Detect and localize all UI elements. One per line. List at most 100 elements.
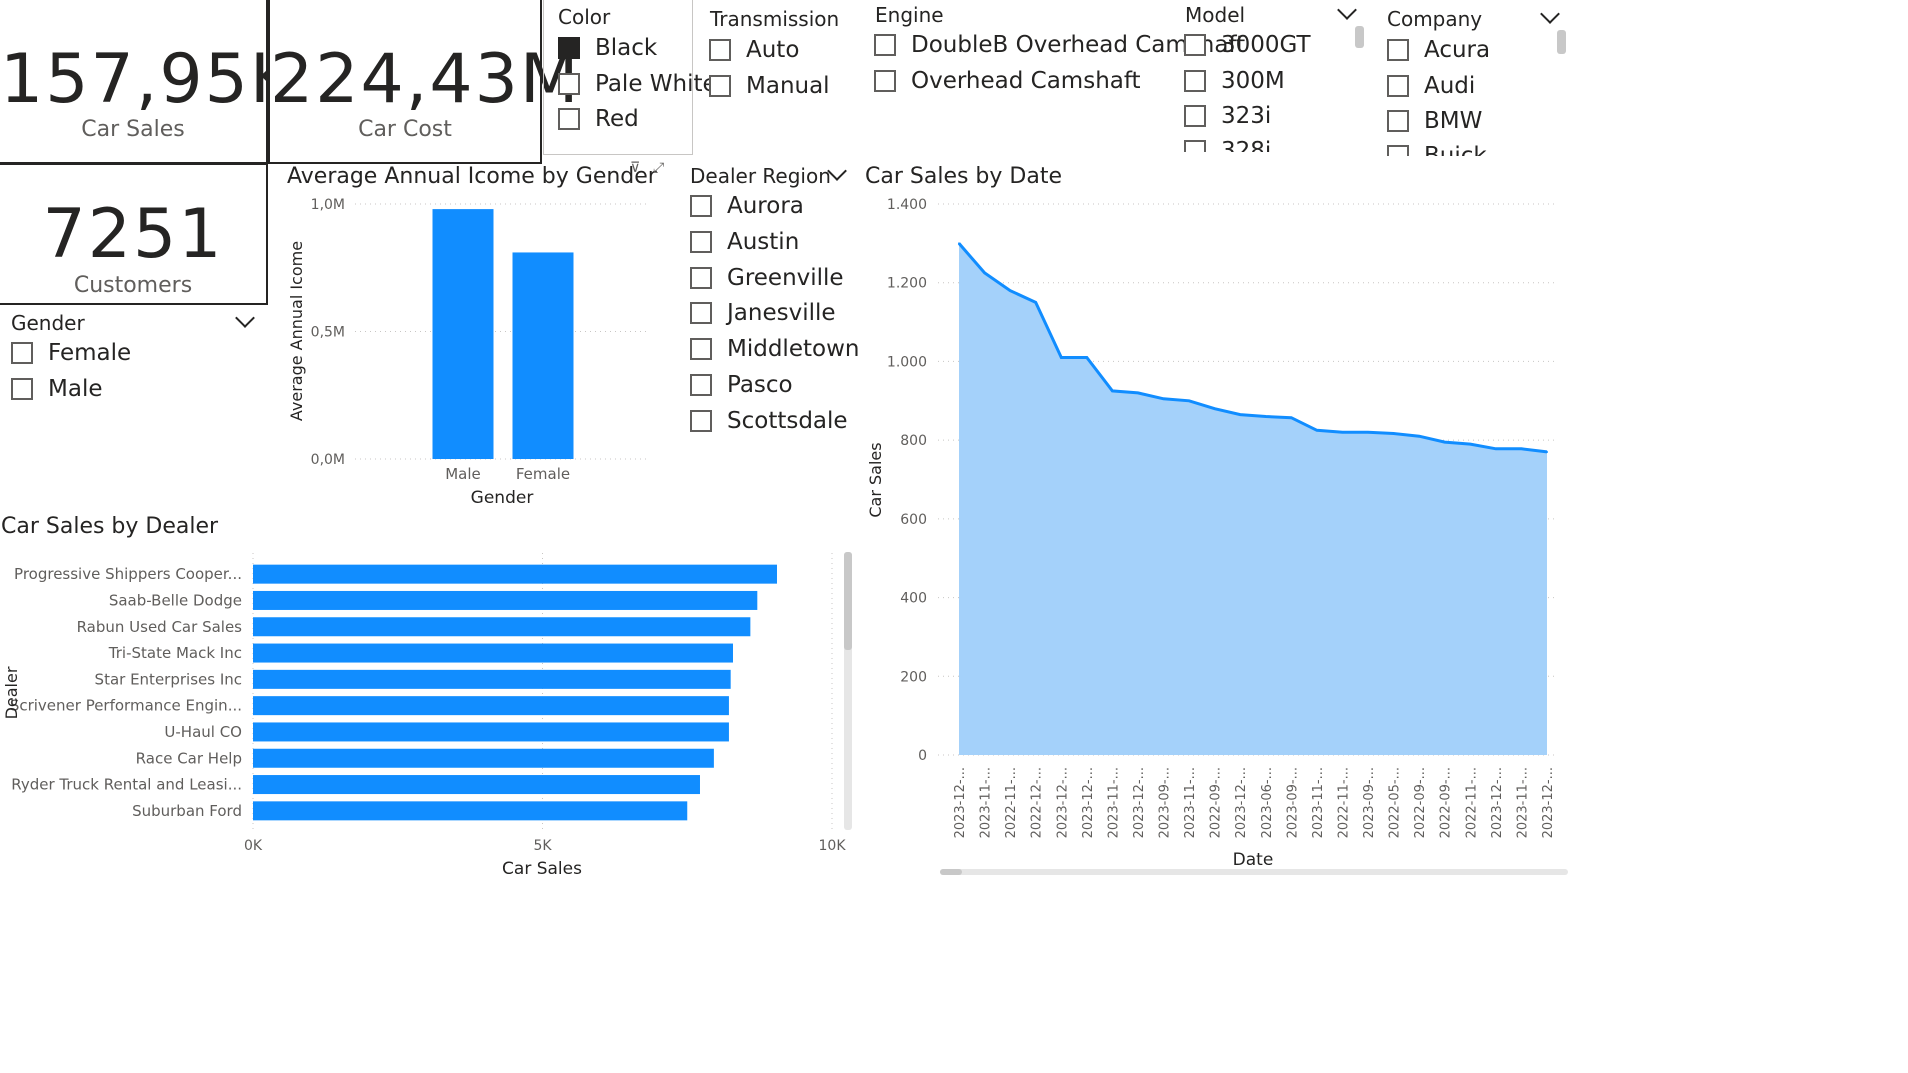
checkbox-icon[interactable] xyxy=(1184,70,1206,92)
model-option[interactable]: 323i xyxy=(1184,103,1271,129)
car-cost-card[interactable]: 224,43M Car Cost xyxy=(268,0,579,164)
sales-point[interactable] xyxy=(1213,407,1216,410)
gender-option-male[interactable]: Male xyxy=(11,376,102,402)
sales-point[interactable] xyxy=(1085,356,1088,359)
dealer-bar[interactable] xyxy=(253,617,751,637)
color-option-red[interactable]: Red xyxy=(558,106,639,132)
sales-point[interactable] xyxy=(1392,432,1395,435)
sales-point[interactable] xyxy=(1290,416,1293,419)
checkbox-icon[interactable] xyxy=(558,73,580,95)
transmission-option-auto[interactable]: Auto xyxy=(709,37,799,63)
dealer-chart-scroll-thumb[interactable] xyxy=(844,552,852,650)
checkbox-icon[interactable] xyxy=(1184,140,1206,152)
company-option[interactable]: BMW xyxy=(1387,108,1482,134)
company-option[interactable]: Audi xyxy=(1387,73,1475,99)
sales-point[interactable] xyxy=(958,242,960,245)
dealer-sales-chart[interactable]: 0K 5K 10K Progressive Shippers Cooper... Saa… xyxy=(0,545,860,885)
checkbox-icon[interactable] xyxy=(874,70,896,92)
sales-point[interactable] xyxy=(1418,435,1421,438)
dealer-bar[interactable] xyxy=(253,722,729,742)
sales-point[interactable] xyxy=(1111,389,1114,392)
company-option[interactable]: Buick xyxy=(1387,143,1487,156)
engine-option-overhead[interactable]: Overhead Camshaft xyxy=(874,68,1141,94)
car-sales-card[interactable]: 157,95K Car Sales xyxy=(0,0,295,164)
gender-option-female[interactable]: Female xyxy=(11,340,131,366)
checkbox-icon[interactable] xyxy=(11,378,33,400)
sales-point[interactable] xyxy=(1239,413,1242,416)
dealer-region-option[interactable]: Aurora xyxy=(690,193,804,219)
checkbox-icon[interactable] xyxy=(690,338,712,361)
sales-point[interactable] xyxy=(1469,443,1472,446)
dealer-bar[interactable] xyxy=(253,801,688,821)
sales-point[interactable] xyxy=(1009,289,1012,292)
income-bar[interactable] xyxy=(512,252,574,459)
checkbox-icon[interactable] xyxy=(874,34,896,56)
checkbox-icon[interactable] xyxy=(709,75,731,97)
date-chart-scrollbar[interactable] xyxy=(940,869,1568,875)
checkbox-icon[interactable] xyxy=(1184,34,1206,56)
checkbox-icon[interactable] xyxy=(690,195,712,217)
sales-point[interactable] xyxy=(1162,397,1165,400)
filter-icon[interactable]: ⊽ xyxy=(630,160,640,176)
sales-point[interactable] xyxy=(1315,429,1318,432)
income-bar[interactable] xyxy=(432,209,494,459)
checkbox-icon[interactable] xyxy=(1184,105,1206,127)
dealer-region-option[interactable]: Austin xyxy=(690,229,799,255)
dealer-region-option[interactable]: Janesville xyxy=(690,300,836,326)
dealer-bar[interactable] xyxy=(253,696,729,716)
color-option-black[interactable]: Black xyxy=(558,35,657,61)
sales-point[interactable] xyxy=(1136,391,1139,394)
focus-mode-icon[interactable]: ⤢ xyxy=(653,160,664,176)
checkbox-icon[interactable] xyxy=(1387,39,1409,61)
sales-by-date-chart[interactable]: 0 200 400 600 800 1.000 1.200 1.400 2023-12-... 2… xyxy=(860,185,1568,885)
dealer-bar[interactable] xyxy=(253,643,733,663)
sales-point[interactable] xyxy=(1494,447,1497,450)
checkbox-icon[interactable] xyxy=(1387,110,1409,132)
model-scrollbar[interactable] xyxy=(1355,26,1364,48)
sales-point[interactable] xyxy=(1443,441,1446,444)
customers-card[interactable]: 7251 Customers xyxy=(0,163,268,305)
dealer-region-option[interactable]: Pasco xyxy=(690,372,793,398)
dealer-region-option[interactable]: Middletown xyxy=(690,336,859,362)
date-chart-scroll-thumb[interactable] xyxy=(940,869,962,875)
model-option[interactable]: 328i xyxy=(1184,138,1271,152)
sales-point[interactable] xyxy=(1264,415,1267,418)
company-scrollbar[interactable] xyxy=(1557,30,1566,54)
chevron-down-icon[interactable] xyxy=(235,308,255,328)
dealer-bar[interactable] xyxy=(253,564,777,584)
checkbox-icon[interactable] xyxy=(558,108,580,130)
avg-income-chart[interactable]: 0,0M 0,5M 1,0M Male Female Gender Average Annu… xyxy=(280,185,660,515)
sales-point[interactable] xyxy=(1188,399,1191,402)
checkbox-icon[interactable] xyxy=(1387,75,1409,97)
sales-point[interactable] xyxy=(983,271,986,274)
color-option-pale-white[interactable]: Pale White xyxy=(558,71,717,97)
transmission-option-manual[interactable]: Manual xyxy=(709,73,830,99)
dealer-bar[interactable] xyxy=(253,775,700,795)
dealer-bar[interactable] xyxy=(253,590,758,610)
checkbox-icon[interactable] xyxy=(690,374,712,396)
dealer-region-option[interactable]: Greenville xyxy=(690,265,844,291)
checkbox-icon[interactable] xyxy=(1387,145,1409,156)
dealer-bar[interactable] xyxy=(253,669,731,689)
checkbox-icon[interactable] xyxy=(690,266,712,289)
company-option[interactable]: Acura xyxy=(1387,37,1490,63)
sales-point[interactable] xyxy=(1520,447,1523,450)
sales-point[interactable] xyxy=(1367,431,1370,434)
checkbox-icon[interactable] xyxy=(690,230,712,253)
dealer-region-option[interactable]: Scottsdale xyxy=(690,408,848,434)
sales-point[interactable] xyxy=(1546,450,1548,453)
model-option[interactable]: 300M xyxy=(1184,68,1285,94)
checkbox-icon[interactable] xyxy=(709,39,731,61)
model-option[interactable]: 3000GT xyxy=(1184,32,1311,58)
chevron-down-icon[interactable] xyxy=(1540,4,1560,24)
checkbox-icon[interactable] xyxy=(690,302,712,325)
sales-area[interactable] xyxy=(959,243,1547,755)
dealer-bar[interactable] xyxy=(253,748,714,768)
sales-point[interactable] xyxy=(1060,356,1063,359)
chevron-down-icon[interactable] xyxy=(1337,0,1357,20)
dealer-chart-scrollbar[interactable] xyxy=(844,552,852,830)
checkbox-icon[interactable] xyxy=(11,342,33,364)
sales-point[interactable] xyxy=(1341,431,1344,434)
checkbox-icon[interactable] xyxy=(690,409,712,432)
sales-point[interactable] xyxy=(1034,301,1037,304)
